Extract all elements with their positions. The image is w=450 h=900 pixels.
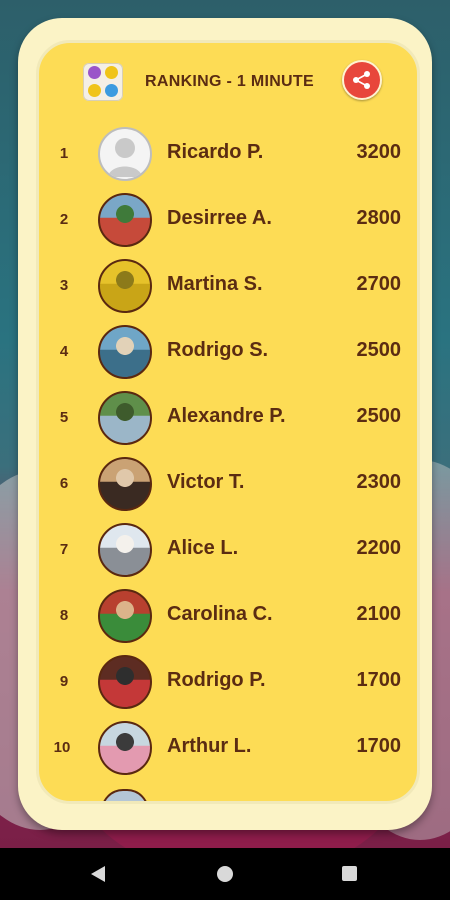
list-item: 3 Martina S. 2700 [39, 259, 417, 315]
player-score: 2800 [356, 207, 402, 229]
player-score: 2100 [356, 603, 402, 625]
rank-number: 3 [59, 277, 69, 294]
rank-number: 5 [59, 409, 69, 426]
rank-number: 6 [59, 475, 69, 492]
rank-number: 10 [53, 739, 71, 756]
share-button[interactable] [342, 60, 382, 100]
list-item: 4 Rodrigo S. 2500 [39, 325, 417, 381]
player-score: 2200 [356, 537, 402, 559]
page-title: RANKING - 1 MINUTE [145, 73, 314, 90]
home-circle-icon[interactable] [217, 866, 233, 882]
ranking-header: RANKING - 1 MINUTE [39, 43, 417, 117]
player-score: 2700 [356, 273, 402, 295]
list-item: 10 Arthur L. 1700 [39, 721, 417, 777]
player-name: Victor T. [167, 471, 245, 493]
avatar [98, 391, 152, 445]
player-score: 2500 [356, 339, 402, 361]
blue-gem-icon [105, 84, 118, 97]
player-score: 2300 [356, 471, 402, 493]
ranking-card: RANKING - 1 MINUTE 1 Ricardo P. 3200 2 Desir… [18, 18, 432, 830]
list-item: 6 Victor T. 2300 [39, 457, 417, 513]
avatar [101, 789, 149, 801]
avatar [98, 127, 152, 181]
player-name: Rodrigo P. [167, 669, 266, 691]
player-name: Martina S. [167, 273, 263, 295]
player-score: 1700 [356, 669, 402, 691]
avatar [98, 325, 152, 379]
purple-gem-icon [88, 66, 101, 79]
player-score: 2500 [356, 405, 402, 427]
player-name: Ricardo P. [167, 141, 264, 163]
rank-number: 2 [59, 211, 69, 228]
avatar [98, 589, 152, 643]
avatar [98, 523, 152, 577]
recents-square-icon[interactable] [342, 866, 357, 881]
default-user-icon [108, 138, 142, 177]
list-item: 7 Alice L. 2200 [39, 523, 417, 579]
gems-game-icon [83, 63, 123, 101]
list-item: 9 Rodrigo P. 1700 [39, 655, 417, 711]
avatar [98, 721, 152, 775]
player-name: Alice L. [167, 537, 239, 559]
share-icon [353, 71, 370, 89]
player-name: Desirree A. [167, 207, 272, 229]
player-score: 3200 [356, 141, 402, 163]
player-name: Alexandre P. [167, 405, 286, 427]
list-item: 8 Carolina C. 2100 [39, 589, 417, 645]
rank-number: 9 [59, 673, 69, 690]
yellow-gem-icon [105, 66, 118, 79]
rank-number: 7 [59, 541, 69, 558]
back-triangle-icon[interactable] [89, 864, 107, 884]
rank-number: 4 [59, 343, 69, 360]
ranking-panel: RANKING - 1 MINUTE 1 Ricardo P. 3200 2 Desir… [36, 40, 420, 804]
avatar [98, 193, 152, 247]
list-item: 2 Desirree A. 2800 [39, 193, 417, 249]
list-item: 5 Alexandre P. 2500 [39, 391, 417, 447]
rank-number: 1 [59, 145, 69, 162]
avatar [98, 655, 152, 709]
avatar [98, 259, 152, 313]
player-score: 1700 [356, 735, 402, 757]
avatar [98, 457, 152, 511]
system-navigation-bar [0, 848, 450, 900]
player-name: Carolina C. [167, 603, 273, 625]
yellow-gem-icon [88, 84, 101, 97]
rank-number: 8 [59, 607, 69, 624]
player-name: Arthur L. [167, 735, 252, 757]
list-item: 1 Ricardo P. 3200 [39, 127, 417, 183]
player-name: Rodrigo S. [167, 339, 269, 361]
